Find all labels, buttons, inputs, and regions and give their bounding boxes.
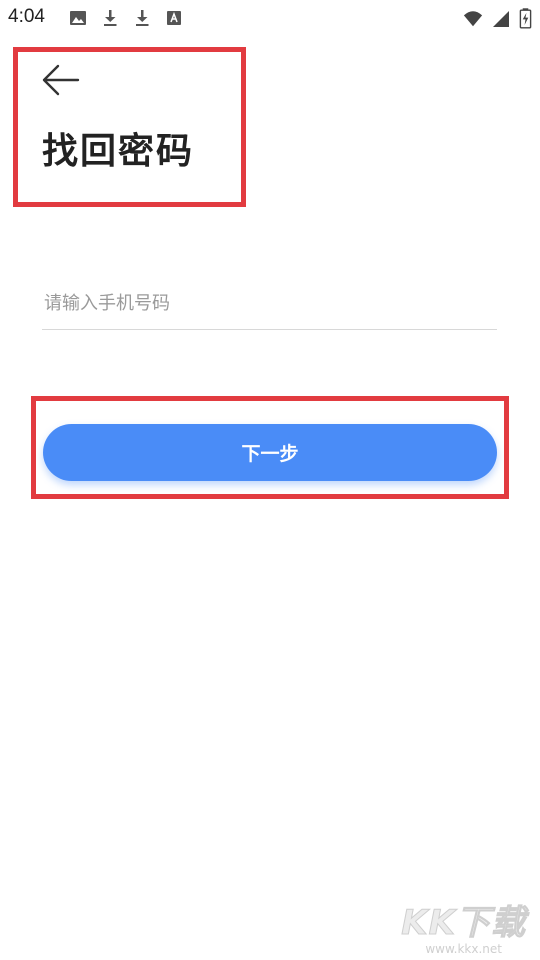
image-icon xyxy=(70,11,86,25)
find-password-screen: 4:04 找回密码 请输入手机号码 下一步 KK下载 www.kkx.net xyxy=(0,0,540,960)
watermark-logo: KK下载 xyxy=(401,903,526,944)
status-bar: 4:04 xyxy=(0,0,540,36)
battery-charging-icon xyxy=(519,8,532,29)
notification-icons xyxy=(68,8,184,28)
system-icons xyxy=(463,8,532,29)
status-time: 4:04 xyxy=(8,6,45,27)
phone-number-input[interactable] xyxy=(42,278,497,330)
watermark-url: www.kkx.net xyxy=(425,942,502,956)
watermark: KK下载 www.kkx.net xyxy=(401,895,526,957)
cell-signal-icon xyxy=(493,10,509,27)
highlight-box-next-button xyxy=(31,396,509,499)
download-icon xyxy=(104,10,117,26)
download-icon xyxy=(136,10,149,26)
wifi-icon xyxy=(463,10,483,26)
highlight-box-header xyxy=(13,47,246,207)
font-icon xyxy=(167,11,181,25)
